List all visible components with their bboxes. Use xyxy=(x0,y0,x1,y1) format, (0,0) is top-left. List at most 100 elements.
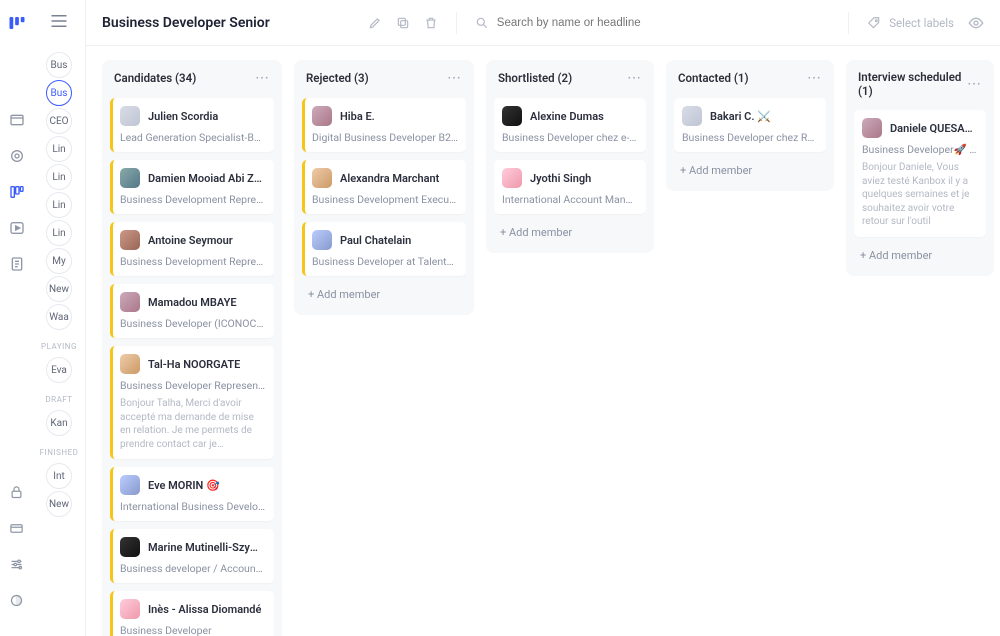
column-menu-icon[interactable]: ⋯ xyxy=(807,70,822,86)
sidebar-item[interactable]: Waa xyxy=(46,304,72,330)
sidebar-item[interactable]: New xyxy=(46,491,72,517)
avatar xyxy=(120,537,140,557)
sidebar-item[interactable]: Int xyxy=(46,463,72,489)
column-title: Candidates (34) xyxy=(114,71,196,85)
sidebar-item[interactable]: CEO xyxy=(46,108,72,134)
sidebar-item[interactable]: Lin xyxy=(46,192,72,218)
candidate-card[interactable]: Tal-Ha NOORGATE Business Developer Repres… xyxy=(110,346,274,459)
add-member-button[interactable]: + Add member xyxy=(302,284,466,305)
candidate-name: Inès - Alissa Diomandé xyxy=(148,603,261,616)
candidate-headline: Business Developer chez e-ophtalmo… xyxy=(502,131,638,144)
candidate-name: Jyothi Singh xyxy=(530,172,591,185)
column-title: Rejected (3) xyxy=(306,71,369,85)
candidate-card[interactable]: Alexandra MarchantBusiness Development E… xyxy=(302,160,466,214)
inbox-icon[interactable] xyxy=(9,112,25,128)
theme-icon[interactable] xyxy=(9,592,25,608)
play-icon[interactable] xyxy=(9,220,25,236)
kanban-column: Shortlisted (2)⋯Alexine DumasBusiness De… xyxy=(486,60,654,253)
candidate-card[interactable]: Damien Mooiad Abi ZamrBusiness Developme… xyxy=(110,160,274,214)
board-icon[interactable] xyxy=(9,184,25,200)
candidate-headline: Business Developer xyxy=(120,624,266,636)
candidate-note: Bonjour Talha, Merci d'avoir accepté ma … xyxy=(120,397,266,451)
candidate-headline: Business Developer at TalentMatcher… xyxy=(312,255,458,268)
visibility-icon[interactable] xyxy=(968,15,984,31)
label-picker-text: Select labels xyxy=(889,16,954,30)
column-menu-icon[interactable]: ⋯ xyxy=(967,76,982,92)
candidate-name: Julien Scordia xyxy=(148,110,218,123)
settings-icon[interactable] xyxy=(9,556,25,572)
sidebar-item[interactable]: Lin xyxy=(46,164,72,190)
menu-icon[interactable] xyxy=(50,14,68,28)
sidebar-item[interactable]: Kan xyxy=(46,410,72,436)
section-playing: PLAYING xyxy=(41,342,77,351)
card-icon[interactable] xyxy=(9,520,25,536)
candidate-name: Damien Mooiad Abi Zamr xyxy=(148,172,266,185)
candidate-headline: International Business Developer at … xyxy=(120,500,266,513)
kanban-column: Interview scheduled (1)⋯ Daniele QUESADA B… xyxy=(846,60,994,276)
candidate-note: Bonjour Daniele, Vous aviez testé Kanbox… xyxy=(862,161,978,229)
candidate-name: Paul Chatelain xyxy=(340,234,411,247)
candidate-card[interactable]: Julien ScordiaLead Generation Specialist… xyxy=(110,98,274,152)
column-menu-icon[interactable]: ⋯ xyxy=(627,70,642,86)
column-title: Interview scheduled (1) xyxy=(858,70,967,98)
column-menu-icon[interactable]: ⋯ xyxy=(255,70,270,86)
document-icon[interactable] xyxy=(9,256,25,272)
candidate-card[interactable]: Daniele QUESADA Business Developer🚀 Entre… xyxy=(854,110,986,237)
candidate-name: Marine Mutinelli-Szyman… xyxy=(148,541,266,554)
topbar: Business Developer Senior Select labels xyxy=(86,0,1000,46)
candidate-name: Daniele QUESADA xyxy=(890,122,978,135)
section-finished: FINISHED xyxy=(40,448,79,457)
sidebar-item[interactable]: Lin xyxy=(46,220,72,246)
add-member-button[interactable]: + Add member xyxy=(674,160,826,181)
avatar xyxy=(120,475,140,495)
edit-icon[interactable] xyxy=(368,16,382,30)
column-menu-icon[interactable]: ⋯ xyxy=(447,70,462,86)
copy-icon[interactable] xyxy=(396,16,410,30)
label-picker[interactable]: Select labels xyxy=(867,16,954,30)
kanban-column: Rejected (3) ⋯ Hiba E.Digital Business Dev… xyxy=(294,60,474,315)
candidate-card[interactable]: Hiba E.Digital Business Developer B2B - … xyxy=(302,98,466,152)
column-title: Contacted (1) xyxy=(678,71,748,85)
candidate-card[interactable]: Paul Chatelain Business Developer at Tale… xyxy=(302,222,466,276)
candidate-card[interactable]: Mamadou MBAYEBusiness Developer (ICONOCL… xyxy=(110,284,274,338)
trash-icon[interactable] xyxy=(424,16,438,30)
sidebar-item[interactable]: New xyxy=(46,276,72,302)
candidate-headline: International Account Manager | Cust… xyxy=(502,193,638,206)
search-input[interactable] xyxy=(497,17,657,29)
candidate-name: Antoine Seymour xyxy=(148,234,233,247)
target-icon[interactable] xyxy=(9,148,25,164)
avatar xyxy=(120,599,140,619)
kanban-column: Candidates (34) ⋯ Julien ScordiaLead Gener… xyxy=(102,60,282,636)
avatar xyxy=(120,230,140,250)
candidate-card[interactable]: Alexine Dumas Business Developer chez e-o… xyxy=(494,98,646,152)
avatar xyxy=(682,106,702,126)
candidate-card[interactable]: Marine Mutinelli-Szyman… Business develop… xyxy=(110,529,274,583)
candidate-headline: Business Developer🚀 Entrepreneuse xyxy=(862,143,978,156)
candidate-card[interactable]: Bakari C. ⚔️Business Developer chez Rela… xyxy=(674,98,826,152)
candidate-card[interactable]: Jyothi Singh International Account Manage… xyxy=(494,160,646,214)
candidate-headline: Business developer / Account manag… xyxy=(120,562,266,575)
candidate-card[interactable]: Inès - Alissa Diomandé Business Developer xyxy=(110,591,274,636)
candidate-card[interactable]: Antoine SeymourBusiness Development Repr… xyxy=(110,222,274,276)
tag-icon xyxy=(867,16,881,30)
kanban-board: Candidates (34) ⋯ Julien ScordiaLead Gener… xyxy=(86,46,1000,636)
candidate-name: Tal-Ha NOORGATE xyxy=(148,358,240,371)
candidate-headline: Business Developer Representatives xyxy=(120,379,266,392)
add-member-button[interactable]: + Add member xyxy=(494,222,646,243)
search-icon xyxy=(475,16,489,30)
candidate-name: Alexine Dumas xyxy=(530,110,604,123)
sidebar-item[interactable]: My xyxy=(46,248,72,274)
lock-icon[interactable] xyxy=(9,484,25,500)
avatar xyxy=(862,118,882,138)
kanban-column: Contacted (1) ⋯ Bakari C. ⚔️Business Devel… xyxy=(666,60,834,191)
sidebar-item[interactable]: Eva xyxy=(46,357,72,383)
avatar xyxy=(120,168,140,188)
avatar xyxy=(312,106,332,126)
avatar xyxy=(120,292,140,312)
candidate-card[interactable]: Eve MORIN 🎯International Business Develo… xyxy=(110,467,274,521)
sidebar-item[interactable]: Bus xyxy=(46,80,72,106)
sidebar-item[interactable]: Bus xyxy=(46,52,72,78)
sidebar-item[interactable]: Lin xyxy=(46,136,72,162)
candidate-headline: Business Developer chez Relación B2… xyxy=(682,131,818,144)
add-member-button[interactable]: + Add member xyxy=(854,245,986,266)
